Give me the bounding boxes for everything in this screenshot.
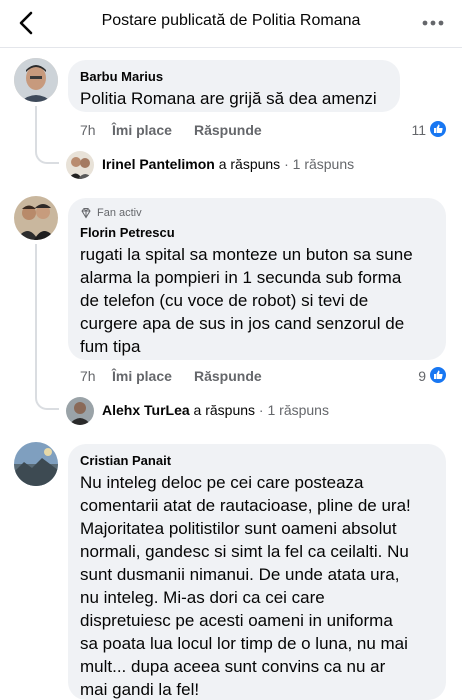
avatar-image [66, 397, 94, 425]
comment-line: Majoritatea politistilor sunt oameni abs… [80, 519, 397, 538]
thread-line [35, 106, 37, 146]
diamond-icon [81, 208, 91, 219]
comment-line: alarma la pompieri in 1 secunda sub form… [80, 268, 402, 287]
comment-time: 7h [80, 122, 96, 138]
comment-line: rugati la spital sa monteze un buton sa … [80, 245, 413, 264]
comment-line: dispretuiesc pe acesti oameni in uniform… [80, 611, 393, 630]
reply-button[interactable]: Răspunde [194, 368, 262, 384]
reply-button[interactable]: Răspunde [194, 122, 262, 138]
comment-actions: 7h Îmi place Răspunde [80, 368, 400, 386]
reply-count[interactable]: 1 răspuns [267, 402, 328, 418]
comment-text: Politia Romana are grijă să dea amenzi [80, 89, 377, 108]
like-reaction-icon[interactable] [428, 119, 448, 139]
comment-text: Nu inteleg deloc pe cei care posteaza co… [80, 471, 440, 700]
reply-preview[interactable]: Irinel Pantelimon a răspuns · 1 răspuns [102, 156, 354, 172]
reply-verb: a răspuns [193, 402, 256, 418]
avatar[interactable] [14, 442, 58, 486]
like-reaction-icon[interactable] [428, 365, 448, 385]
thread-connector [35, 390, 59, 410]
comment-actions: 7h Îmi place Răspunde [80, 122, 400, 140]
more-horizontal-icon[interactable] [418, 8, 448, 38]
reply-preview[interactable]: Alehx TurLea a răspuns · 1 răspuns [102, 402, 329, 418]
comment-author[interactable]: Cristian Panait [80, 453, 171, 468]
comment-line: Nu inteleg deloc pe cei care posteaza [80, 473, 364, 492]
reply-author[interactable]: Alehx TurLea [102, 402, 190, 418]
reply-avatar[interactable] [66, 151, 94, 179]
comment-line: normali, gandesc si simt la fel ca ceila… [80, 542, 409, 561]
reply-count[interactable]: 1 răspuns [293, 156, 354, 172]
like-button[interactable]: Îmi place [112, 122, 172, 138]
comment-line: mult... dupa aceea sunt convins ca nu ar [80, 657, 386, 676]
avatar-image [14, 442, 58, 486]
fan-badge: Fan activ [97, 207, 142, 219]
comment-line: curgere apa de sus in jos cand senzorul … [80, 314, 405, 333]
page-title: Postare publicată de Politia Romana [101, 12, 361, 29]
thread-line [35, 244, 37, 392]
separator-dot: · [258, 402, 264, 418]
chevron-left-icon[interactable] [12, 8, 42, 38]
top-bar: Postare publicată de Politia Romana [0, 0, 462, 46]
comment-line: sunt dusmanii nimanui. De unde atata ura… [80, 565, 400, 584]
thread-connector [35, 144, 59, 164]
reaction-count[interactable]: 11 [398, 122, 426, 138]
comment-author[interactable]: Florin Petrescu [80, 225, 175, 240]
like-button[interactable]: Îmi place [112, 368, 172, 384]
comment-line: de telefon (cu voce de robot) si tevi de [80, 291, 369, 310]
comment-time: 7h [80, 368, 96, 384]
reaction-count[interactable]: 9 [398, 368, 426, 384]
avatar[interactable] [14, 196, 58, 240]
comment-line: mai gandi la fel! [80, 680, 200, 699]
avatar-image [14, 196, 58, 240]
reply-verb: a răspuns [218, 156, 281, 172]
comment-line: sa poata lua locul lor timp de o luna, n… [80, 634, 408, 653]
comment-line: fum tipa [80, 337, 141, 356]
separator-dot: · [284, 156, 289, 172]
avatar[interactable] [14, 58, 58, 102]
comment-line: comentarii atat de rautacioase, pline de… [80, 496, 411, 515]
reply-avatar[interactable] [66, 397, 94, 425]
avatar-image [14, 58, 58, 102]
avatar-image [66, 151, 94, 179]
thumbs-up-icon [434, 370, 443, 379]
comment-text: rugati la spital sa monteze un buton sa … [80, 243, 440, 358]
header-divider [0, 47, 462, 48]
reply-author[interactable]: Irinel Pantelimon [102, 156, 215, 172]
thumbs-up-icon [434, 124, 443, 133]
comment-author[interactable]: Barbu Marius [80, 69, 163, 84]
comment-line: nu inteleg. Mi-as dori ca cei care [80, 588, 325, 607]
